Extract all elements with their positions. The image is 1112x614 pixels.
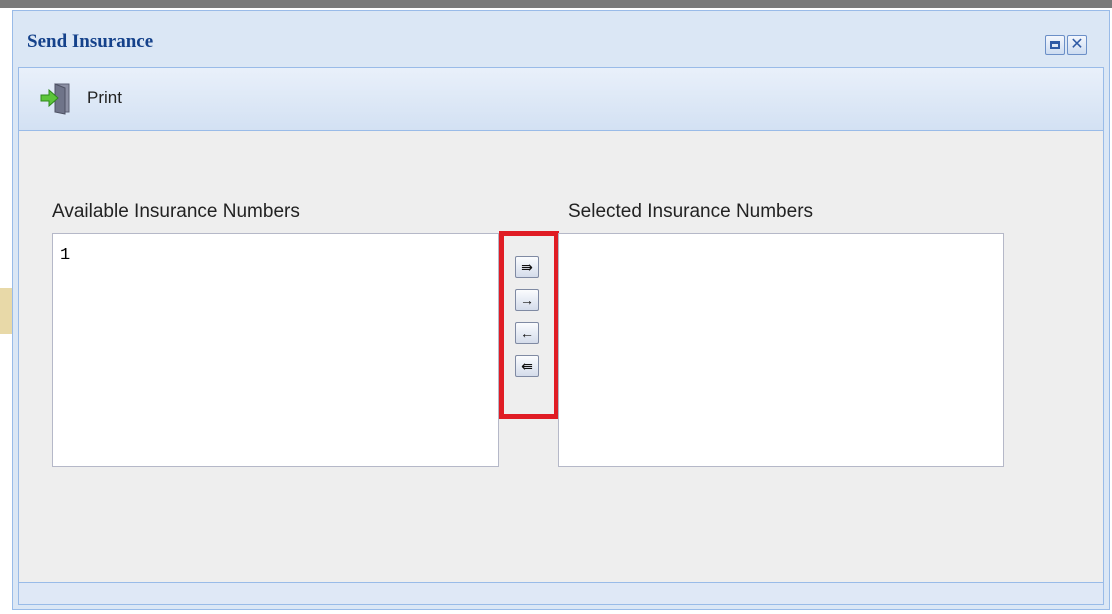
print-label: Print bbox=[87, 88, 122, 107]
maximize-icon bbox=[1050, 41, 1060, 49]
dialog-titlebar: Send Insurance ✕ bbox=[13, 11, 1109, 67]
available-list-label: Available Insurance Numbers bbox=[52, 201, 300, 222]
double-arrow-right-icon: ⇛ bbox=[521, 259, 533, 275]
maximize-button[interactable] bbox=[1045, 35, 1065, 55]
selected-list-label: Selected Insurance Numbers bbox=[568, 201, 814, 222]
close-button[interactable]: ✕ bbox=[1067, 35, 1087, 55]
dialog-title: Send Insurance bbox=[27, 31, 154, 52]
mover-buttons-highlight: ⇛ → ← ⇚ bbox=[499, 231, 559, 419]
list-item[interactable]: 1 bbox=[53, 234, 498, 265]
print-button[interactable]: Print bbox=[39, 80, 122, 116]
selected-insurance-list[interactable] bbox=[558, 233, 1004, 467]
arrow-left-icon: ← bbox=[520, 325, 534, 341]
move-left-button[interactable]: ← bbox=[515, 322, 539, 344]
available-insurance-list[interactable]: 1 bbox=[52, 233, 499, 467]
move-all-right-button[interactable]: ⇛ bbox=[515, 256, 539, 278]
dialog-toolbar: Print bbox=[18, 67, 1104, 131]
double-arrow-left-icon: ⇚ bbox=[521, 358, 533, 374]
send-insurance-dialog: Send Insurance ✕ Print Available Insuran… bbox=[12, 10, 1110, 610]
move-all-left-button[interactable]: ⇚ bbox=[515, 355, 539, 377]
background-fragment-band bbox=[0, 288, 12, 334]
background-top-bar bbox=[0, 0, 1112, 8]
dialog-footer bbox=[18, 583, 1104, 605]
arrow-right-icon: → bbox=[520, 292, 534, 308]
exit-door-arrow-icon bbox=[40, 83, 70, 115]
move-right-button[interactable]: → bbox=[515, 289, 539, 311]
close-icon: ✕ bbox=[1070, 36, 1084, 53]
dialog-body: Available Insurance Numbers 1 ⇛ → ← ⇚ Se… bbox=[18, 131, 1104, 583]
